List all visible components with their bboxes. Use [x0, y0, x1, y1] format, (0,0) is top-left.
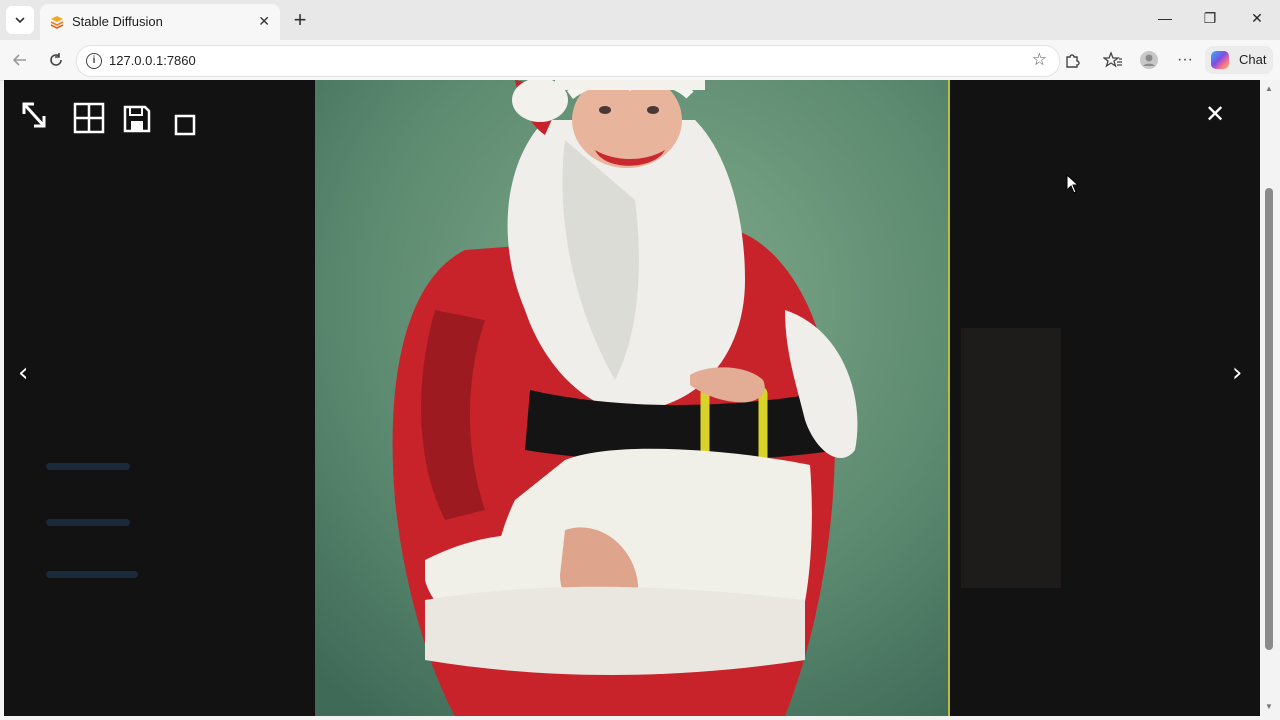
tab-title: Stable Diffusion	[72, 14, 163, 29]
fullscreen-toggle-icon[interactable]	[20, 100, 48, 135]
arrow-left-icon	[12, 54, 26, 66]
back-button[interactable]	[10, 50, 30, 70]
reload-icon	[50, 53, 62, 66]
omnibox[interactable]: i 127.0.0.1:7860 ☆	[76, 45, 1060, 77]
page-scrollbar[interactable]: ▲ ▼	[1260, 80, 1280, 716]
image-separator	[948, 80, 950, 716]
chat-label: Chat	[1239, 52, 1267, 67]
background-slider	[46, 519, 130, 526]
background-slider	[46, 463, 130, 470]
copilot-logo-icon	[1211, 51, 1229, 69]
chevron-down-icon	[15, 17, 25, 24]
profile-avatar-icon[interactable]	[1139, 50, 1159, 70]
close-window-button[interactable]: ✕	[1247, 10, 1267, 27]
reload-button[interactable]	[46, 50, 66, 70]
copilot-chat-button[interactable]: Chat	[1205, 46, 1273, 74]
stable-diffusion-favicon-icon	[50, 16, 64, 29]
lightbox-modal: ✕ ‹ ›	[4, 80, 1260, 716]
extensions-icon[interactable]	[1062, 50, 1082, 70]
generated-image	[315, 80, 949, 716]
tab-list-button[interactable]	[6, 6, 34, 34]
background-thumbnail	[961, 328, 1061, 588]
favorite-star-icon[interactable]: ☆	[1032, 50, 1047, 70]
close-lightbox-button[interactable]: ✕	[1205, 100, 1225, 128]
minimize-button[interactable]: —	[1155, 10, 1175, 26]
save-icon[interactable]	[122, 104, 152, 139]
url-text[interactable]: 127.0.0.1:7860	[109, 53, 196, 68]
restore-button[interactable]: ❐	[1200, 10, 1220, 27]
favorites-icon[interactable]	[1103, 50, 1123, 70]
scroll-up-icon[interactable]: ▲	[1265, 84, 1273, 93]
scrollbar-thumb[interactable]	[1265, 188, 1273, 650]
tab-stable-diffusion[interactable]: Stable Diffusion ✕	[40, 4, 280, 40]
address-bar: i 127.0.0.1:7860 ☆	[0, 40, 1280, 81]
more-options-icon[interactable]: ···	[1175, 50, 1195, 70]
scroll-down-icon[interactable]: ▼	[1265, 702, 1273, 711]
new-tab-button[interactable]: +	[288, 7, 312, 32]
zoom-toggle-icon[interactable]	[174, 114, 196, 141]
background-slider	[46, 571, 138, 578]
mouse-cursor-icon	[1066, 174, 1080, 194]
tile-grid-icon[interactable]	[73, 102, 105, 139]
site-info-icon[interactable]: i	[86, 53, 102, 69]
close-tab-icon[interactable]: ✕	[258, 13, 270, 30]
next-image-button[interactable]: ›	[1232, 358, 1242, 388]
previous-image-button[interactable]: ‹	[18, 358, 28, 388]
tab-bar: Stable Diffusion ✕ + — ❐ ✕	[0, 0, 1280, 40]
